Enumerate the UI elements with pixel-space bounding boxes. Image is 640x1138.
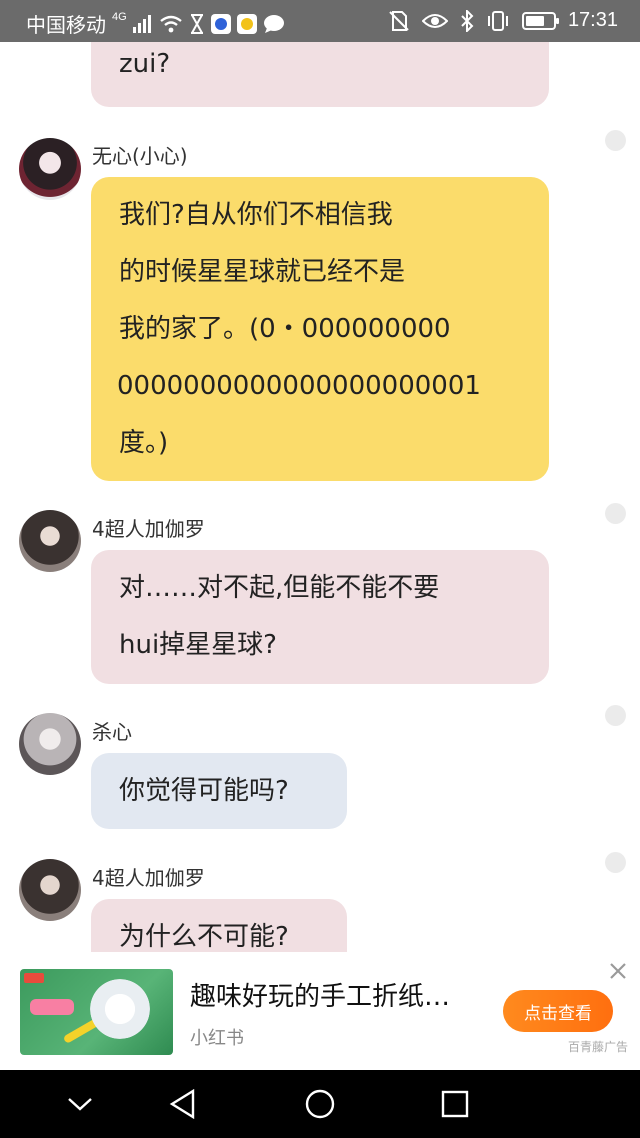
message-line: zui? [119,49,171,79]
message-bubble[interactable]: 为什么不可能? [91,899,347,952]
message-line: 我的家了。(0・000000000 [119,314,451,344]
navigation-bar [0,1070,640,1138]
chat-icon [263,14,284,33]
home-circle-icon[interactable] [280,1070,360,1138]
no-sim-icon [389,10,409,31]
chevron-down-icon[interactable] [40,1070,120,1138]
ad-thumb-flower [90,979,150,1039]
avatar[interactable] [19,713,81,775]
signal-icon [132,14,151,33]
message-line: 对……对不起,但能不能不要 [119,573,440,603]
message-bubble[interactable]: 我们?自从你们不相信我 的时候星星球就已经不是 我的家了。(0・00000000… [91,177,549,481]
message-bubble[interactable]: zui? [91,42,549,107]
unread-dot [605,852,626,873]
ad-banner[interactable]: 趣味好玩的手工折纸… 小红书 点击查看 百青藤广告 [0,952,640,1070]
baidu-app-icon [210,13,231,34]
chat-area[interactable]: zui? 无心(小心) 我们?自从你们不相信我 的时候星星球就已经不是 我的家了… [0,42,640,952]
avatar[interactable] [19,138,81,200]
message-bubble[interactable]: 你觉得可能吗? [91,753,347,829]
ad-thumb-tag [24,973,44,983]
hourglass-icon [190,13,203,34]
sender-name: 无心(小心) [92,144,188,168]
message-line: 0000000000000000000001 [117,371,481,401]
recents-square-icon[interactable] [415,1070,495,1138]
status-bar: 中国移动 4G 17:31 [0,0,640,42]
ad-source: 小红书 [190,1028,244,1049]
close-icon[interactable] [606,960,630,984]
back-triangle-icon[interactable] [143,1070,223,1138]
battery-icon [521,11,559,30]
message-line: 的时候星星球就已经不是 [119,257,406,287]
avatar[interactable] [19,859,81,921]
ad-thumb-badge [30,999,74,1015]
unread-dot [605,130,626,151]
sender-name: 4超人加伽罗 [92,517,205,541]
unread-dot [605,503,626,524]
message-bubble[interactable]: 对……对不起,但能不能不要 hui掉星星球? [91,550,549,684]
wifi-icon [159,15,182,32]
bluetooth-icon [461,9,474,32]
ad-view-button[interactable]: 点击查看 [503,990,613,1032]
battery-fill [525,15,544,26]
clock: 17:31 [567,9,618,31]
network-label: 4G [112,10,127,23]
message-line: 度。) [119,428,169,458]
ad-label: 百青藤广告 [567,1040,628,1054]
eye-icon [421,13,448,28]
carrier-label: 中国移动 [26,15,106,37]
status-right: 17:31 [388,9,618,32]
message-line: 我们?自从你们不相信我 [119,200,393,230]
status-left: 中国移动 4G [26,9,285,38]
sender-name: 杀心 [92,720,132,744]
vibrate-icon [487,10,508,31]
message-line: 你觉得可能吗? [119,776,289,806]
ad-title[interactable]: 趣味好玩的手工折纸… [190,976,450,1013]
ad-thumbnail[interactable] [20,969,173,1055]
avatar[interactable] [19,510,81,572]
message-line: hui掉星星球? [119,630,277,660]
sender-name: 4超人加伽罗 [92,866,205,890]
smile-app-icon [236,13,257,34]
unread-dot [605,705,626,726]
message-line: 为什么不可能? [119,922,289,952]
